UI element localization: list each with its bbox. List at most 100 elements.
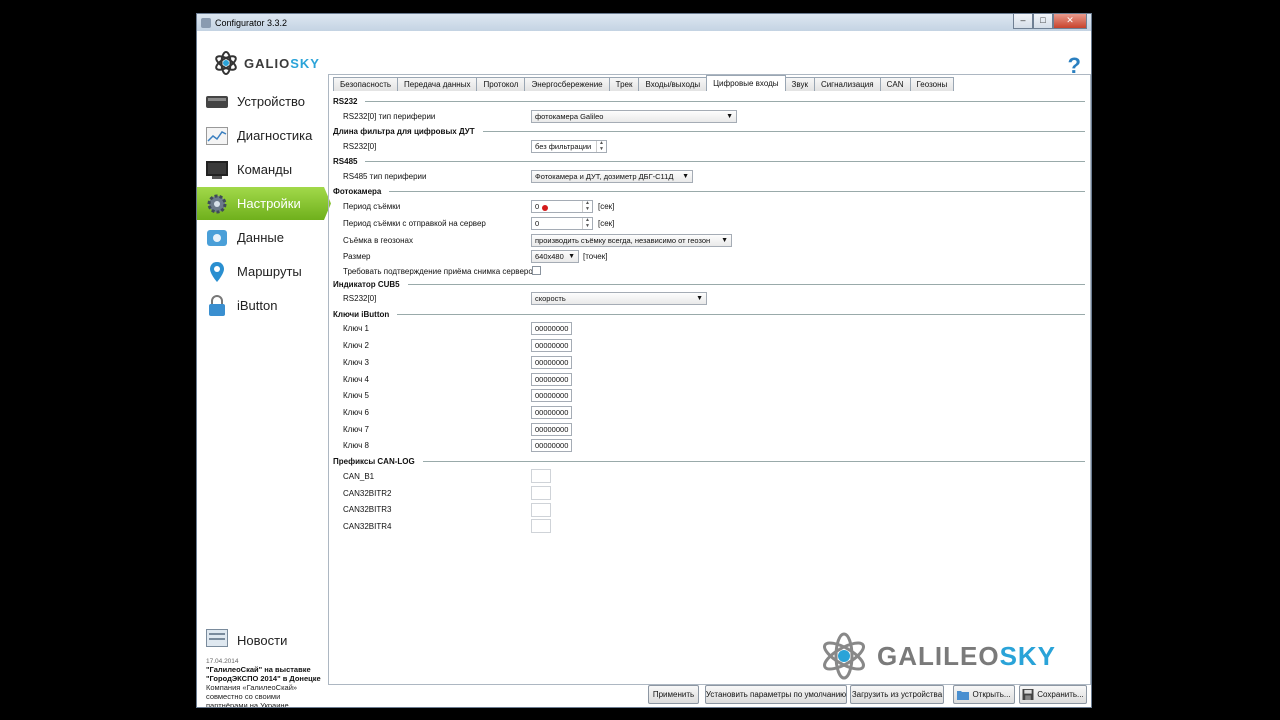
camera-confirm-checkbox[interactable]: [532, 266, 541, 275]
news-panel: Новости 17.04.2014 "ГалилеоСкай" на выст…: [197, 628, 328, 708]
ibutton-key-input[interactable]: 00000000: [531, 373, 572, 386]
camera-period-send-input[interactable]: 0 ▲ ▼: [531, 217, 593, 230]
spin-arrows-icon[interactable]: ▲ ▼: [582, 217, 592, 229]
camera-geozone-label: Съёмка в геозонах: [343, 236, 413, 245]
tab-sound[interactable]: Звук: [784, 77, 815, 91]
cub5-rs232-label: RS232[0]: [343, 294, 377, 303]
rs485-type-select[interactable]: Фотокамера и ДУТ, дозиметр ДБГ-С11Д ▼: [531, 170, 693, 183]
spin-arrows-icon[interactable]: ▲ ▼: [582, 200, 592, 212]
sidebar-item-data[interactable]: Данные: [197, 221, 328, 254]
news-body: Компания «ГалилеоСкай» совместно со свои…: [206, 683, 298, 708]
tab-alarm[interactable]: Сигнализация: [813, 77, 881, 91]
chevron-down-icon: ▼: [682, 173, 689, 180]
news-headline[interactable]: "ГалилеоСкай" на выставке "ГородЭКСПО 20…: [206, 665, 322, 683]
mouse-cursor-highlight: [542, 205, 548, 211]
can-log-prefix-label: CAN32BITR4: [343, 522, 392, 531]
chevron-down-icon: ▼: [696, 295, 703, 302]
title-bar: Configurator 3.3.2 – □ ✕: [197, 14, 1091, 31]
lock-icon: [206, 294, 228, 317]
section-ibutton-keys: Ключи iButton: [333, 310, 1085, 319]
camera-confirm-label: Требовать подтверждение приёма снимка се…: [343, 267, 539, 276]
ibutton-key-input[interactable]: 00000000: [531, 339, 572, 352]
ibutton-key-input[interactable]: 00000000: [531, 406, 572, 419]
folder-icon: [957, 691, 970, 700]
camera-size-select[interactable]: 640x480 ▼: [531, 250, 579, 263]
camera-period-send-unit: [сек]: [598, 219, 615, 228]
ibutton-key-input[interactable]: 00000000: [531, 423, 572, 436]
sidebar-item-ibutton[interactable]: iButton: [197, 289, 328, 322]
sidebar-item-label: Маршруты: [237, 264, 302, 279]
camera-period-label: Период съёмки: [343, 202, 401, 211]
apply-button[interactable]: Применить: [648, 685, 699, 704]
rs485-type-label: RS485 тип периферии: [343, 172, 427, 181]
sidebar-item-news[interactable]: Новости: [197, 628, 328, 652]
logo-text-left: GALI: [244, 55, 280, 71]
ibutton-key-label: Ключ 2: [343, 341, 369, 350]
chevron-down-icon: ▼: [721, 237, 728, 244]
atom-logo-icon: [215, 51, 237, 75]
section-filter-length: Длина фильтра для цифровых ДУТ: [333, 127, 1085, 136]
device-icon: [206, 91, 228, 113]
section-camera: Фотокамера: [333, 187, 1085, 196]
ibutton-key-input[interactable]: 00000000: [531, 356, 572, 369]
sidebar-item-diagnostics[interactable]: Диагностика: [197, 119, 328, 152]
rs232-type-select[interactable]: фотокамера Galileo ▼: [531, 110, 737, 123]
can-log-prefix-input[interactable]: [531, 486, 551, 500]
map-pin-icon: [206, 261, 228, 283]
load-from-device-button[interactable]: Загрузить из устройства: [850, 685, 944, 704]
logo-text-right: SKY: [290, 55, 320, 71]
set-defaults-button[interactable]: Установить параметры по умолчанию: [705, 685, 847, 704]
tab-data-transfer[interactable]: Передача данных: [397, 77, 478, 91]
can-log-prefix-input[interactable]: [531, 519, 551, 533]
tab-digital-inputs[interactable]: Цифровые входы: [706, 75, 786, 91]
camera-period-input[interactable]: 0 ▲ ▼: [531, 200, 593, 213]
camera-geozone-select[interactable]: производить съёмку всегда, независимо от…: [531, 234, 732, 247]
sidebar-item-commands[interactable]: Команды: [197, 153, 328, 186]
ibutton-key-label: Ключ 1: [343, 324, 369, 333]
open-button[interactable]: Открыть...: [953, 685, 1015, 704]
atom-logo-icon: [823, 632, 865, 680]
section-rs485: RS485: [333, 157, 1085, 166]
galileosky-logo: GALIOSKY: [213, 50, 320, 76]
can-log-prefix-label: CAN32BITR3: [343, 505, 392, 514]
tab-track[interactable]: Трек: [608, 77, 640, 91]
spin-arrows-icon[interactable]: ▲ ▼: [596, 140, 606, 152]
action-bar: Применить Установить параметры по умолча…: [328, 685, 1091, 707]
configurator-window: Configurator 3.3.2 – □ ✕ GALIOSKY ? Устр…: [196, 13, 1092, 708]
rs232-type-label: RS232[0] тип периферии: [343, 112, 436, 121]
tab-power-saving[interactable]: Энергосбережение: [524, 77, 610, 91]
ibutton-key-input[interactable]: 00000000: [531, 322, 572, 335]
section-rs232: RS232: [333, 97, 1085, 106]
minimize-button[interactable]: –: [1013, 14, 1033, 29]
tab-inputs-outputs[interactable]: Входы/выходы: [638, 77, 708, 91]
can-log-prefix-input[interactable]: [531, 503, 551, 517]
ibutton-key-input[interactable]: 00000000: [531, 439, 572, 452]
tab-protocol[interactable]: Протокол: [476, 77, 526, 91]
tab-bar: Безопасность Передача данных Протокол Эн…: [333, 75, 955, 91]
ibutton-key-label: Ключ 5: [343, 391, 369, 400]
ibutton-key-input[interactable]: 00000000: [531, 389, 572, 402]
section-can-log-prefixes: Префиксы CAN-LOG: [333, 457, 1085, 466]
ibutton-key-label: Ключ 3: [343, 358, 369, 367]
can-log-prefix-input[interactable]: [531, 469, 551, 483]
camera-size-unit: [точек]: [583, 252, 608, 261]
cub5-select[interactable]: скорость ▼: [531, 292, 707, 305]
sidebar-item-device[interactable]: Устройство: [197, 85, 328, 118]
tab-security[interactable]: Безопасность: [333, 77, 399, 91]
news-label: Новости: [237, 632, 288, 648]
ibutton-key-label: Ключ 8: [343, 441, 369, 450]
galileosky-watermark: GALILEOSKY: [819, 631, 1056, 681]
tab-can[interactable]: CAN: [879, 77, 911, 91]
sidebar-item-label: Команды: [237, 162, 293, 177]
sidebar-item-routes[interactable]: Маршруты: [197, 255, 328, 288]
tab-geofences[interactable]: Геозоны: [909, 77, 955, 91]
chart-icon: [206, 125, 228, 147]
save-button[interactable]: Сохранить...: [1019, 685, 1087, 704]
settings-panel: Безопасность Передача данных Протокол Эн…: [328, 74, 1091, 685]
filter-stepper[interactable]: без фильтрации ▲ ▼: [531, 140, 607, 153]
close-button[interactable]: ✕: [1053, 14, 1087, 29]
maximize-button[interactable]: □: [1033, 14, 1053, 29]
sidebar-item-settings[interactable]: Настройки: [197, 187, 331, 220]
sidebar-item-label: Устройство: [237, 94, 306, 109]
can-log-prefix-label: CAN_B1: [343, 472, 375, 481]
